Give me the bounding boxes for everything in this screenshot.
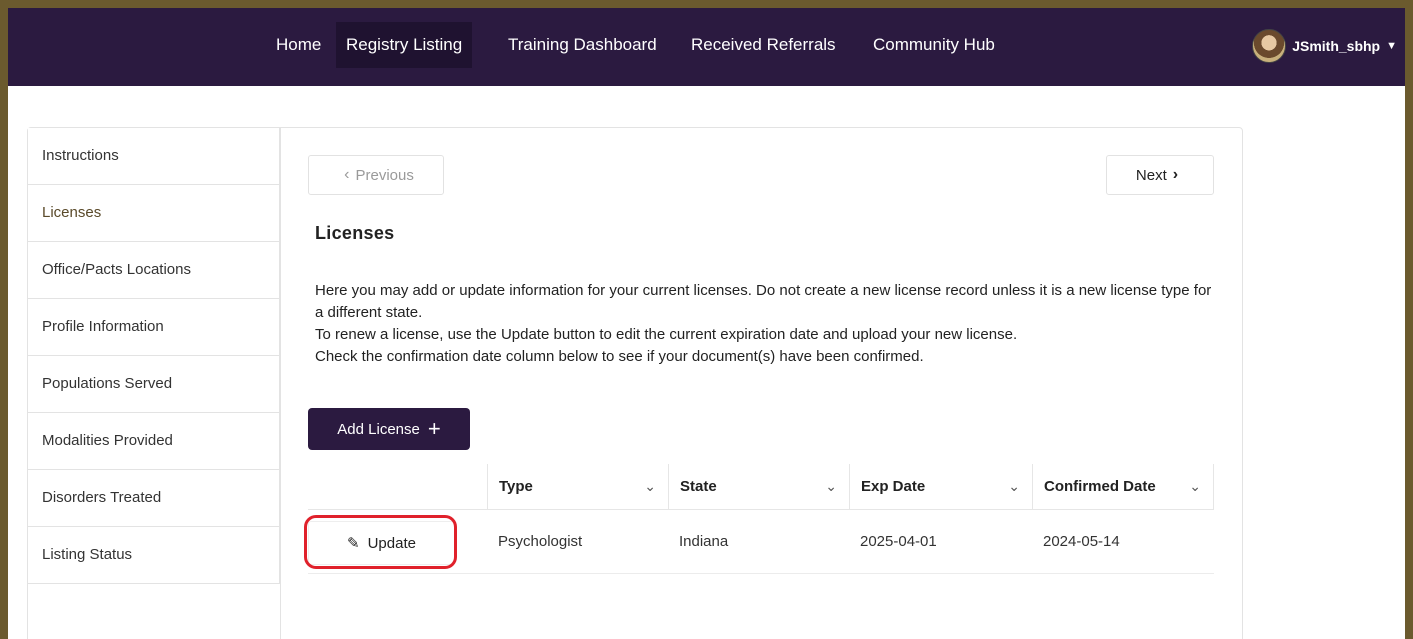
- section-description: Here you may add or update information f…: [315, 280, 1215, 368]
- sidebar-item-modalities-provided[interactable]: Modalities Provided: [28, 413, 280, 470]
- previous-button[interactable]: ‹ Previous: [308, 155, 444, 195]
- nav-registry-listing[interactable]: Registry Listing: [336, 22, 473, 68]
- section-title: Licenses: [315, 223, 395, 243]
- chevron-left-icon: ‹: [344, 166, 350, 183]
- nav-training-dashboard[interactable]: Training Dashboard: [498, 22, 667, 68]
- top-navbar: Home Registry Listing Training Dashboard…: [8, 8, 1405, 86]
- chevron-down-icon: ⌄: [1189, 478, 1201, 494]
- avatar: [1252, 29, 1287, 63]
- next-label: Next: [1135, 166, 1167, 184]
- next-button[interactable]: Next ›: [1106, 155, 1214, 195]
- previous-label: Previous: [355, 166, 414, 184]
- chevron-right-icon: ›: [1172, 166, 1179, 183]
- sidebar-item-disorders-treated[interactable]: Disorders Treated: [28, 470, 280, 527]
- sidebar-item-licenses[interactable]: Licenses: [28, 185, 280, 242]
- plus-icon: +: [427, 416, 441, 441]
- sidebar-item-listing-status[interactable]: Listing Status: [28, 527, 280, 584]
- column-header-state[interactable]: State ⌄: [668, 464, 849, 509]
- caret-down-icon: ▼: [1386, 40, 1397, 52]
- cell-confirmed-date: 2024-05-14: [1043, 533, 1120, 550]
- description-line: To renew a license, use the Update butto…: [315, 326, 1018, 343]
- chevron-down-icon: ⌄: [825, 478, 837, 494]
- nav-community-hub[interactable]: Community Hub: [863, 22, 1005, 68]
- column-header-type[interactable]: Type ⌄: [487, 464, 668, 509]
- app-frame: Home Registry Listing Training Dashboard…: [8, 8, 1405, 639]
- table-row: ✎ Update Psychologist Indiana 2025-04-01…: [304, 510, 1214, 574]
- user-name: JSmith_sbhp: [1292, 38, 1381, 54]
- chevron-down-icon: ⌄: [1008, 478, 1020, 494]
- description-line: Here you may add or update information f…: [315, 282, 1212, 321]
- licenses-table: Type ⌄ State ⌄ Exp Date ⌄ Confirmed Date…: [304, 464, 1214, 574]
- user-menu[interactable]: JSmith_sbhp ▼: [1252, 26, 1397, 66]
- column-header-confirmed-date[interactable]: Confirmed Date ⌄: [1032, 464, 1214, 509]
- add-license-label: Add License: [337, 420, 420, 438]
- column-header-exp-date[interactable]: Exp Date ⌄: [849, 464, 1032, 509]
- sidebar-item-office-locations[interactable]: Office/Pacts Locations: [28, 242, 280, 299]
- cell-exp-date: 2025-04-01: [860, 533, 937, 550]
- table-header: Type ⌄ State ⌄ Exp Date ⌄ Confirmed Date…: [308, 464, 1214, 510]
- cell-type: Psychologist: [498, 533, 583, 550]
- description-line: Check the confirmation date column below…: [315, 348, 924, 365]
- nav-received-referrals[interactable]: Received Referrals: [681, 22, 846, 68]
- main-content: ‹ Previous Next › Licenses Here you may …: [280, 128, 1242, 639]
- nav-home[interactable]: Home: [266, 22, 331, 68]
- registry-card: Instructions Licenses Office/Pacts Locat…: [27, 127, 1243, 639]
- highlight-annotation: [304, 515, 457, 569]
- sidebar: Instructions Licenses Office/Pacts Locat…: [28, 128, 280, 584]
- add-license-button[interactable]: Add License +: [308, 408, 470, 450]
- cell-state: Indiana: [679, 533, 729, 550]
- sidebar-item-instructions[interactable]: Instructions: [28, 128, 280, 185]
- sidebar-item-profile-information[interactable]: Profile Information: [28, 299, 280, 356]
- sidebar-item-populations-served[interactable]: Populations Served: [28, 356, 280, 413]
- chevron-down-icon: ⌄: [644, 478, 656, 494]
